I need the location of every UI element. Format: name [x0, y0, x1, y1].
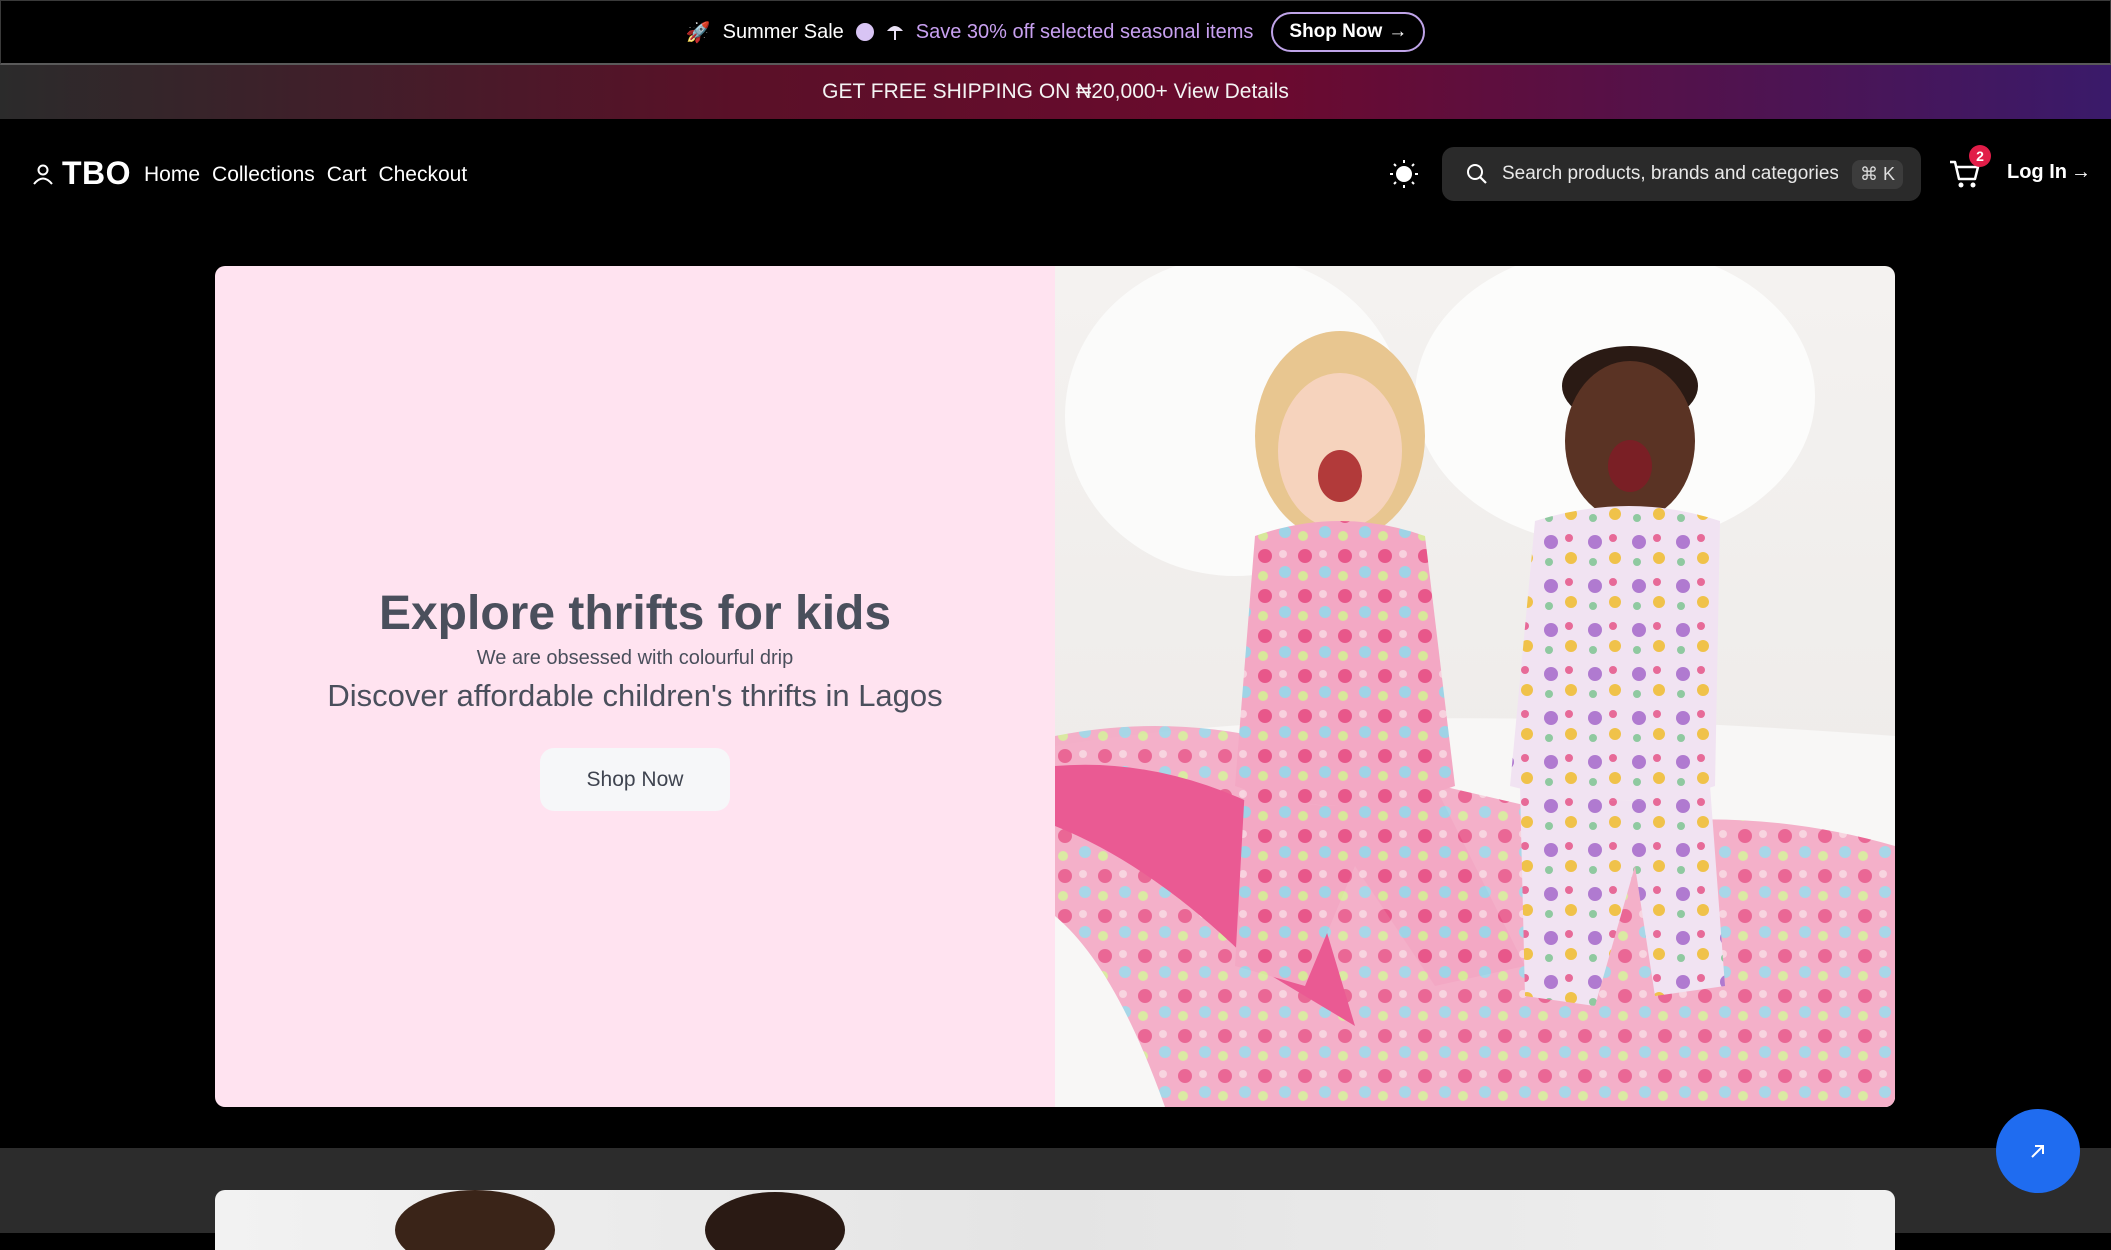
- floating-action-button[interactable]: [1996, 1109, 2080, 1193]
- nav-link-checkout[interactable]: Checkout: [378, 163, 467, 187]
- hero-title: Explore thrifts for kids: [378, 587, 892, 640]
- hero-shop-now-button[interactable]: Shop Now: [540, 748, 730, 811]
- shipping-text: GET FREE SHIPPING ON ₦20,000+ View Detai…: [822, 80, 1289, 103]
- hero-subtitle: We are obsessed with colourful drip: [476, 647, 794, 669]
- sale-label: Summer Sale: [722, 20, 844, 43]
- announcement-shop-now-button[interactable]: Shop Now →: [1271, 12, 1426, 52]
- hero-image: [1055, 266, 1895, 1107]
- hero-text-panel: Explore thrifts for kids We are obsessed…: [215, 266, 1055, 1107]
- free-shipping-banner[interactable]: GET FREE SHIPPING ON ₦20,000+ View Detai…: [0, 65, 2111, 119]
- arrow-right-icon: →: [2070, 161, 2091, 183]
- hero-banner: Explore thrifts for kids We are obsessed…: [215, 266, 1895, 1107]
- search-placeholder: Search products, brands and categories..…: [1502, 163, 1838, 184]
- banner-preview-image: [395, 1190, 845, 1250]
- nav-link-collections[interactable]: Collections: [212, 163, 315, 187]
- umbrella-icon: [886, 26, 903, 40]
- next-banner-preview: [215, 1190, 1895, 1250]
- nav-links: Home Collections Cart Checkout: [144, 163, 467, 187]
- sun-icon[interactable]: [1389, 159, 1419, 189]
- search-icon: [1467, 164, 1487, 184]
- arrow-right-icon: →: [1388, 21, 1408, 42]
- arrow-up-right-icon: [2031, 1145, 2044, 1158]
- search-input[interactable]: Search products, brands and categories..…: [1442, 147, 1921, 201]
- user-icon: [33, 164, 53, 185]
- cart-count-badge: 2: [1969, 145, 1991, 167]
- nav-link-home[interactable]: Home: [144, 163, 200, 187]
- login-button[interactable]: Log In →: [2007, 161, 2091, 184]
- brand-logo[interactable]: TBO: [32, 155, 131, 192]
- kids-photo-illustration: [1055, 266, 1895, 1107]
- search-shortcut: ⌘ K: [1851, 159, 1903, 189]
- main-nav: TBO Home Collections Cart Checkout Searc…: [0, 119, 2111, 227]
- nav-link-cart[interactable]: Cart: [327, 163, 367, 187]
- announcement-bar: 🚀 Summer Sale Save 30% off selected seas…: [0, 0, 2111, 65]
- hero-description: Discover affordable children's thrifts i…: [327, 678, 943, 713]
- circle-icon: [855, 23, 874, 41]
- brand-name: TBO: [62, 155, 132, 191]
- rocket-icon: 🚀: [685, 21, 711, 44]
- save-offer-text: Save 30% off selected seasonal items: [915, 20, 1254, 43]
